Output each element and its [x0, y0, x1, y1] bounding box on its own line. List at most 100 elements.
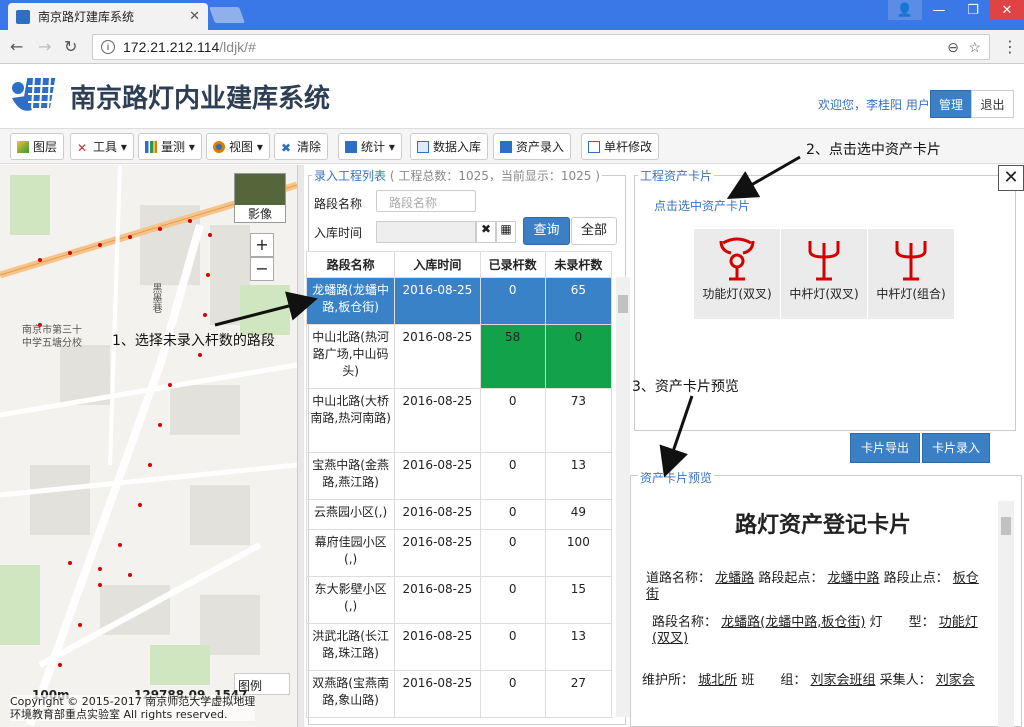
- exit-button[interactable]: 退出: [971, 90, 1014, 118]
- layers-icon: [17, 140, 29, 153]
- table-row[interactable]: 云燕园小区(,) 2016-08-25 0 49: [305, 499, 613, 530]
- view-button[interactable]: 视图 ▾: [206, 133, 270, 160]
- map-view[interactable]: 影像 + − 南京市第三十 中学五塘分校 黑墨巷 图例 100m 129788.…: [0, 165, 297, 727]
- preview-scrollbar[interactable]: [998, 501, 1014, 727]
- tab-title: 南京路灯建库系统: [38, 10, 135, 24]
- cell: 0: [479, 277, 546, 325]
- cell: 2016-08-25: [394, 499, 481, 530]
- list-scrollbar[interactable]: [616, 277, 630, 717]
- field-value: 刘家会: [935, 673, 975, 688]
- clear-button[interactable]: ✖ 清除: [274, 133, 329, 160]
- table-row[interactable]: 宝燕中路(金燕路,燕江路) 2016-08-25 0 13: [305, 452, 613, 500]
- column-header[interactable]: 已录杆数: [479, 251, 546, 278]
- toolbar-label: 数据入库: [433, 140, 482, 154]
- cell: 幕府佳园小区(,): [305, 529, 396, 577]
- cell: 0: [479, 670, 546, 718]
- annotation-step1: 1、选择未录入杆数的路段: [112, 333, 275, 349]
- table-row[interactable]: 中山北路(大桥南路,热河南路) 2016-08-25 0 73: [305, 388, 613, 453]
- imagery-toggle[interactable]: 影像: [234, 173, 286, 223]
- scroll-thumb[interactable]: [618, 295, 628, 313]
- asset-card[interactable]: 中杆灯(双叉): [781, 229, 867, 319]
- asset-card-legend: 工程资产卡片: [638, 167, 715, 184]
- card-export-button[interactable]: 卡片导出: [850, 433, 920, 463]
- card-entry-button[interactable]: 卡片录入: [922, 433, 990, 463]
- scroll-thumb[interactable]: [1001, 517, 1011, 535]
- project-count: ( 工程总数：1025，当前显示：1025 ): [389, 169, 600, 183]
- time-input[interactable]: [376, 221, 476, 243]
- column-header[interactable]: 入库时间: [394, 251, 481, 278]
- user-icon[interactable]: 👤: [888, 0, 922, 20]
- edit-pole-button[interactable]: 单杆修改: [581, 133, 660, 160]
- asset-card-panel: 工程资产卡片 ✕ 点击选中资产卡片 功能灯(双叉) 中杆灯(双叉) 中杆灯(组合…: [630, 165, 1024, 727]
- query-button[interactable]: 查询: [523, 217, 570, 245]
- asset-entry-button[interactable]: 资产录入: [493, 133, 572, 160]
- card-hint: 点击选中资产卡片: [652, 197, 753, 214]
- show-all-button[interactable]: 全部: [571, 217, 617, 245]
- favicon-icon: [16, 9, 30, 24]
- reload-icon[interactable]: ↻: [64, 37, 77, 56]
- preview-row: 道路名称： 龙蟠路 路段起点： 龙蟠中路 路段止点： 板仓街: [646, 571, 986, 603]
- zoom-out-button[interactable]: −: [250, 257, 274, 281]
- table-row[interactable]: 东大影壁小区(,) 2016-08-25 0 15: [305, 576, 613, 624]
- zoom-icon[interactable]: ⊖: [947, 39, 959, 56]
- cell: 龙蟠路(龙蟠中路,板仓街): [305, 277, 396, 325]
- url-field[interactable]: i 172.21.212.114/ldjk/# ⊖ ☆: [92, 34, 990, 60]
- field-label: 路段止点：: [883, 571, 949, 586]
- info-icon[interactable]: i: [101, 40, 115, 54]
- map-label: 中学五塘分校: [22, 338, 82, 349]
- app-title: 南京路灯内业建库系统: [70, 84, 331, 114]
- cell: 2016-08-25: [394, 623, 481, 671]
- table-row[interactable]: 双燕路(宝燕南路,象山路) 2016-08-25 0 27: [305, 670, 613, 718]
- asset-card[interactable]: 功能灯(双叉): [694, 229, 780, 319]
- field-label: 班 组：: [741, 673, 807, 688]
- cell: 2016-08-25: [394, 670, 481, 718]
- annotation-step3: 3、资产卡片预览: [632, 379, 739, 395]
- close-button[interactable]: ✕: [998, 165, 1024, 191]
- time-label: 入库时间: [314, 226, 363, 240]
- table-row[interactable]: 幕府佳园小区(,) 2016-08-25 0 100: [305, 529, 613, 577]
- cell: 0: [544, 324, 613, 389]
- copyright: Copyright © 2015-2017 南京师范大学虚拟地理 环境教育部重点实…: [10, 695, 256, 721]
- close-window-icon[interactable]: ✕: [990, 0, 1024, 20]
- address-bar: ← → ↻ i 172.21.212.114/ldjk/# ⊖ ☆ ⋮: [0, 30, 1024, 64]
- import-icon: [417, 140, 429, 153]
- clear-icon: ✖: [281, 140, 292, 155]
- copyright-line: 环境教育部重点实验室 All rights reserved.: [10, 708, 228, 721]
- field-label: 道路名称：: [646, 571, 712, 586]
- manage-button[interactable]: 管理: [930, 90, 972, 118]
- import-button[interactable]: 数据入库: [410, 133, 489, 160]
- table-row[interactable]: 洪武北路(长江路,珠江路) 2016-08-25 0 13: [305, 623, 613, 671]
- minimize-icon[interactable]: —: [922, 0, 956, 20]
- road-search-input[interactable]: 路段名称: [376, 190, 476, 212]
- back-icon[interactable]: ←: [10, 37, 23, 56]
- cell: 0: [479, 623, 546, 671]
- star-icon[interactable]: ☆: [968, 39, 981, 56]
- restore-icon[interactable]: ❐: [956, 0, 990, 20]
- preview-row: 维护所： 城北所 班 组： 刘家会班组 采集人： 刘家会: [642, 673, 986, 689]
- measure-button[interactable]: 量测 ▾: [138, 133, 202, 160]
- clear-date-icon[interactable]: ✖: [476, 221, 496, 243]
- table-row[interactable]: 中山北路(热河路广场,中山码头) 2016-08-25 58 0: [305, 324, 613, 389]
- browser-tab[interactable]: 南京路灯建库系统 ✕: [8, 3, 208, 30]
- cell: 0: [479, 576, 546, 624]
- app-header: 南京路灯内业建库系统 欢迎您，李桂阳 用户 管理 退出: [0, 64, 1024, 128]
- cell: 13: [544, 623, 613, 671]
- cell: 2016-08-25: [394, 576, 481, 624]
- calendar-icon[interactable]: ▦: [496, 221, 516, 243]
- forward-icon[interactable]: →: [38, 37, 51, 56]
- cell: 云燕园小区(,): [305, 499, 396, 530]
- layers-button[interactable]: 图层: [10, 133, 65, 160]
- panel-splitter[interactable]: [297, 165, 304, 727]
- stats-icon: [345, 140, 357, 153]
- column-header[interactable]: 路段名称: [305, 251, 396, 278]
- toolbar-label: 资产录入: [516, 140, 565, 154]
- zoom-in-button[interactable]: +: [250, 233, 274, 257]
- menu-icon[interactable]: ⋮: [1002, 37, 1018, 56]
- table-row[interactable]: 龙蟠路(龙蟠中路,板仓街) 2016-08-25 0 65: [305, 277, 613, 325]
- stats-button[interactable]: 统计 ▾: [338, 133, 402, 160]
- tools-button[interactable]: ✕ 工具 ▾: [70, 133, 134, 160]
- column-header[interactable]: 未录杆数: [544, 251, 613, 278]
- close-tab-icon[interactable]: ✕: [189, 9, 200, 24]
- new-tab-button[interactable]: [209, 7, 245, 23]
- asset-card[interactable]: 中杆灯(组合): [868, 229, 954, 319]
